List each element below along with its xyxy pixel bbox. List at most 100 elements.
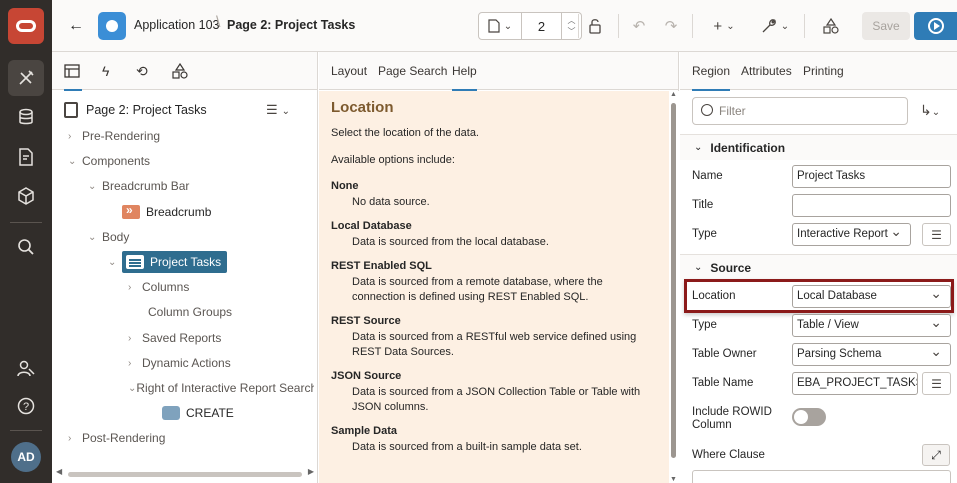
prop-source-type-row: Type Table / View	[680, 312, 957, 340]
list-options-icon[interactable]: ☰	[922, 223, 951, 246]
tree-node-columns[interactable]: › Columns	[128, 276, 189, 298]
tab-region[interactable]: Region	[692, 52, 731, 91]
help-option-desc: Data is sourced from a built-in sample d…	[352, 441, 582, 453]
tree-node-column-groups[interactable]: Column Groups	[148, 301, 232, 323]
shapes-icon	[172, 63, 188, 79]
run-page-button[interactable]	[914, 12, 957, 40]
search-icon[interactable]	[8, 229, 44, 265]
document-edit-icon[interactable]	[8, 139, 44, 175]
page-icon	[64, 102, 78, 118]
tree-node-body[interactable]: ⌄ Body	[88, 226, 129, 248]
tree-node-create-button[interactable]: CREATE	[162, 402, 234, 424]
tree-menu-icon[interactable]: ☰ ⌄	[266, 102, 290, 118]
table-name-field[interactable]: EBA_PROJECT_TASKS	[792, 372, 918, 395]
page-number-stepper[interactable]: ︿ ﹀	[562, 12, 582, 40]
utilities-menu-button[interactable]: ⌄	[758, 14, 792, 38]
location-select[interactable]: Local Database	[792, 285, 951, 308]
section-identification[interactable]: ⌄ Identification	[680, 134, 957, 160]
nav-rail: ? AD	[0, 0, 52, 483]
page-number-input[interactable]: 2	[522, 12, 562, 40]
property-tabs: Region Attributes Printing	[680, 52, 957, 91]
play-icon	[927, 18, 944, 34]
where-clause-textarea[interactable]	[692, 470, 951, 483]
prop-label: Where Clause	[692, 449, 765, 461]
report-icon	[126, 255, 144, 269]
lock-icon[interactable]	[584, 14, 606, 38]
property-editor: Region Attributes Printing Filter ↳⌄ ⌄ Id…	[680, 52, 957, 483]
chevron-down-icon: ⌄	[694, 142, 703, 153]
page-icon	[488, 19, 500, 33]
back-arrow-icon[interactable]: ←	[66, 16, 86, 36]
tree-node-breadcrumb[interactable]: Breadcrumb	[122, 201, 211, 223]
tree-root-label: Page 2: Project Tasks	[86, 103, 207, 117]
package-icon[interactable]	[8, 178, 44, 214]
tab-page-shared-components[interactable]	[172, 52, 190, 90]
tab-printing[interactable]: Printing	[803, 52, 844, 90]
tree-node-post-rendering[interactable]: › Post-Rendering	[68, 427, 165, 449]
top-toolbar: ← Application 103 \ Page 2: Project Task…	[52, 0, 957, 52]
tree-node-saved-reports[interactable]: › Saved Reports	[128, 327, 221, 349]
undo-icon[interactable]: ↶	[628, 14, 650, 38]
application-icon[interactable]	[98, 12, 126, 40]
tab-rendering[interactable]	[64, 52, 82, 91]
oracle-logo[interactable]	[8, 8, 44, 44]
tree-tabs: ϟ ⟲	[52, 52, 317, 91]
table-owner-select[interactable]: Parsing Schema	[792, 343, 951, 366]
scrollbar-thumb[interactable]	[68, 472, 302, 477]
title-field[interactable]	[792, 194, 951, 217]
tree-node-components[interactable]: ⌄ Components	[68, 150, 150, 172]
prop-label: Location	[692, 290, 736, 302]
breadcrumb-application[interactable]: Application 103	[134, 18, 219, 32]
user-settings-icon[interactable]	[8, 351, 44, 387]
tab-attributes[interactable]: Attributes	[741, 52, 792, 90]
help-title: Location	[331, 99, 394, 116]
region-type-select[interactable]: Interactive Report	[792, 223, 911, 246]
section-source[interactable]: ⌄ Source	[680, 254, 957, 280]
save-button[interactable]: Save	[862, 12, 910, 40]
rendering-tab-icon	[64, 64, 80, 78]
filter-input[interactable]: Filter	[692, 97, 908, 125]
refresh-icon: ⟲	[136, 62, 148, 79]
include-rowid-toggle[interactable]	[792, 408, 826, 426]
tab-layout[interactable]: Layout	[331, 52, 367, 90]
tree-node-dynamic-actions[interactable]: › Dynamic Actions	[128, 352, 231, 374]
help-option-name: None	[331, 180, 359, 192]
prop-type-row: Type Interactive Report ☰	[680, 221, 957, 249]
tab-page-search[interactable]: Page Search	[378, 52, 447, 90]
page-finder-button[interactable]: ⌄	[478, 12, 522, 40]
tree-node-right-of-search[interactable]: ⌄ Right of Interactive Report Search B	[128, 377, 314, 399]
tree-node-breadcrumb-bar[interactable]: ⌄ Breadcrumb Bar	[88, 175, 189, 197]
help-vertical-scrollbar[interactable]: ▲ ▼	[669, 91, 679, 483]
help-option-desc: Data is sourced from a JSON Collection T…	[352, 386, 641, 413]
redo-icon[interactable]: ↷	[660, 14, 682, 38]
tree-horizontal-scrollbar[interactable]: ◀ ▶	[56, 467, 314, 478]
prop-name-row: Name Project Tasks	[680, 163, 957, 191]
tree-node-project-tasks[interactable]: ⌄ Project Tasks	[108, 251, 228, 273]
shared-components-icon[interactable]	[820, 14, 842, 38]
create-menu-button[interactable]: + ⌄	[708, 14, 740, 38]
name-field[interactable]: Project Tasks	[792, 165, 951, 188]
source-type-select[interactable]: Table / View	[792, 314, 951, 337]
avatar[interactable]: AD	[11, 442, 41, 472]
app-builder-page-designer: ? AD ← Application 103 \ Page 2: Project…	[0, 0, 957, 483]
database-icon[interactable]	[8, 99, 44, 135]
list-options-icon[interactable]: ☰	[922, 372, 951, 395]
tab-help[interactable]: Help	[452, 52, 477, 91]
tab-processing[interactable]: ⟲	[136, 52, 154, 90]
tools-icon[interactable]	[8, 60, 44, 96]
button-icon	[162, 406, 180, 420]
expand-editor-icon[interactable]: ⤢	[922, 444, 950, 466]
tree-node-selected[interactable]: Project Tasks	[122, 251, 228, 273]
toolbar-divider	[804, 14, 805, 38]
tree-root[interactable]: Page 2: Project Tasks	[64, 102, 207, 118]
breadcrumb-page: Page 2: Project Tasks	[227, 18, 356, 32]
tab-dynamic-actions[interactable]: ϟ	[102, 52, 118, 90]
go-to-group-icon[interactable]: ↳⌄	[920, 102, 940, 119]
toolbar-divider	[692, 14, 693, 38]
help-icon[interactable]: ?	[8, 388, 44, 424]
scrollbar-thumb[interactable]	[671, 103, 676, 458]
help-option-desc: Data is sourced from the local database.	[352, 236, 549, 248]
help-option-name: REST Enabled SQL	[331, 260, 432, 272]
prop-label: Table Owner	[692, 348, 757, 360]
tree-node-pre-rendering[interactable]: › Pre-Rendering	[68, 125, 160, 147]
